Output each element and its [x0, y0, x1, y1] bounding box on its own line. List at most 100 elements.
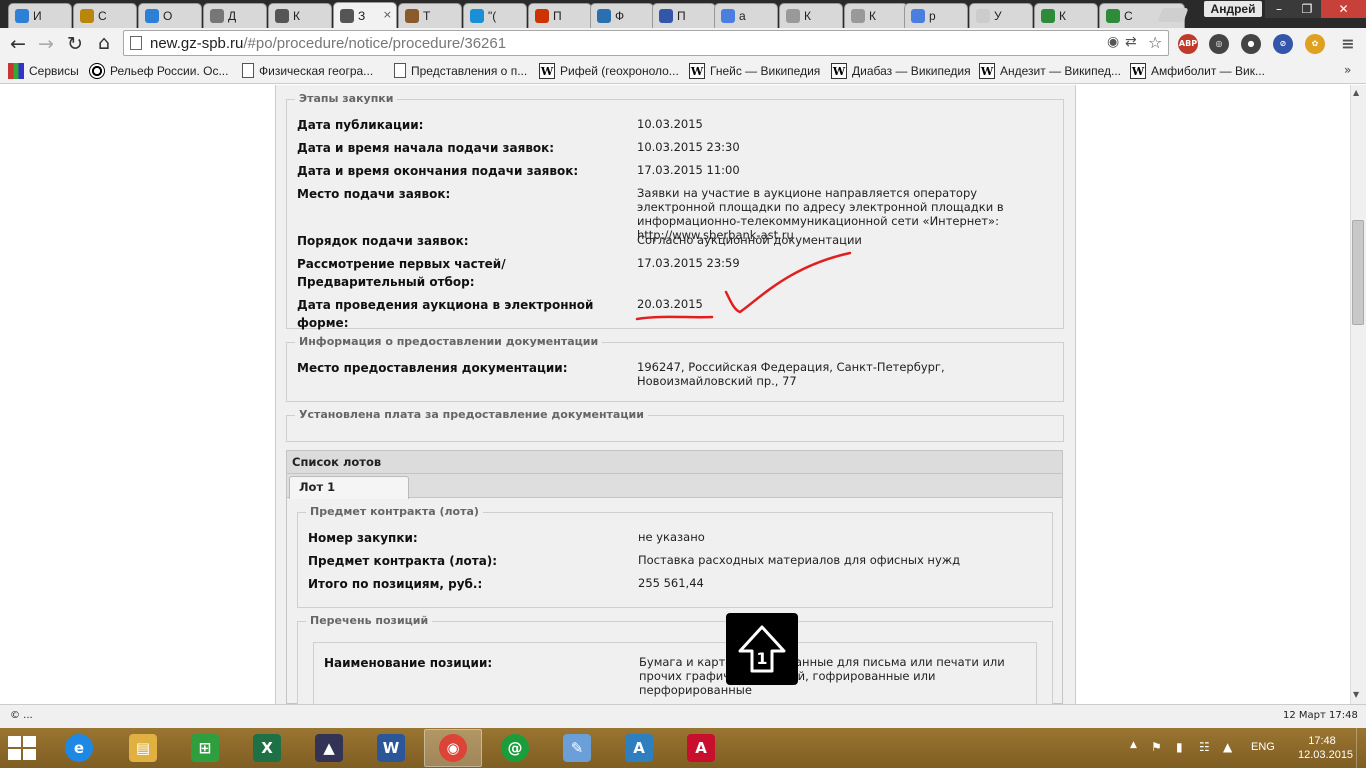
tab-14[interactable]: р [904, 3, 968, 28]
chrome-icon: ◉ [439, 734, 467, 762]
taskbar-explorer-button[interactable]: ▤ [114, 729, 172, 767]
forward-button[interactable]: → [34, 32, 58, 56]
bookmark-item[interactable]: Сервисы [8, 63, 79, 79]
scrollbar-thumb[interactable] [1352, 220, 1364, 325]
paw-icon[interactable]: ✿ [1305, 34, 1325, 54]
block-icon[interactable]: ⊘ [1273, 34, 1293, 54]
fee-section: Установлена плата за предоставление доку… [286, 408, 1064, 442]
vertical-scrollbar[interactable] [1350, 85, 1366, 704]
scroll-down-arrow-icon[interactable]: ▼ [1353, 690, 1359, 699]
bookmark-item[interactable]: Рельеф России. Ос... [89, 63, 228, 79]
tab-title: а [739, 9, 746, 23]
battery-icon[interactable]: ▮ [1176, 740, 1183, 754]
purchase-number-label: Номер закупки: [308, 531, 418, 545]
reload-button[interactable]: ↻ [63, 32, 87, 56]
bookmark-label: Гнейс — Википедия [710, 64, 821, 78]
tab-12[interactable]: К [779, 3, 843, 28]
tab-13[interactable]: К [844, 3, 908, 28]
gavel-icon [275, 9, 289, 23]
bookmark-label: Диабаз — Википедия [852, 64, 971, 78]
help-circle-icon [15, 9, 29, 23]
tab-title: Т [423, 9, 431, 23]
close-window-button[interactable]: ✕ [1321, 0, 1366, 18]
mail-agent-icon: @ [501, 734, 529, 762]
tab-title: С [1124, 9, 1133, 23]
scroll-to-top-button[interactable]: 1 [726, 613, 798, 685]
bookmark-item[interactable]: W Рифей (геохроноло... [539, 63, 679, 79]
bookmark-star-icon[interactable]: ☆ [1148, 33, 1162, 52]
scroll-up-arrow-icon[interactable]: ▲ [1353, 88, 1359, 97]
tab-8[interactable]: П [528, 3, 592, 28]
bid-start-label: Дата и время начала подачи заявок: [297, 141, 555, 155]
tab-1[interactable]: С [73, 3, 137, 28]
system-clock[interactable]: 17:48 12.03.2015 [1298, 734, 1353, 762]
taskbar-excel-button[interactable]: X [238, 729, 296, 767]
taskbar-graduate-button[interactable]: ▲ [300, 729, 358, 767]
tab-4[interactable]: К [268, 3, 332, 28]
tab-9[interactable]: Ф [590, 3, 654, 28]
bookmark-item[interactable]: W Гнейс — Википедия [689, 63, 820, 79]
profile-button[interactable]: Андрей [1204, 1, 1262, 17]
lightbulb-icon[interactable]: ◉ [1107, 34, 1119, 50]
tab-16[interactable]: К [1034, 3, 1098, 28]
tab-title: Д [228, 9, 237, 23]
taskbar-chrome-button[interactable]: ◉ [424, 729, 482, 767]
arrow-right-icon: → [38, 33, 54, 55]
bookmark-item[interactable]: W Андезит — Википед... [979, 63, 1121, 79]
address-bar[interactable]: new.gz-spb.ru/#po/procedure/notice/proce… [123, 30, 1169, 56]
wikipedia-icon: W [1130, 63, 1146, 79]
tab-title: С [98, 9, 107, 23]
tab-lot-1[interactable]: Лот 1 [289, 476, 409, 499]
home-button[interactable]: ⌂ [92, 31, 116, 55]
tab-2[interactable]: О [138, 3, 202, 28]
graduation-cap-icon: ▲ [315, 734, 343, 762]
positions-total-label: Итого по позициям, руб.: [308, 577, 483, 591]
new-tab-button[interactable] [1157, 8, 1189, 22]
bookmark-item[interactable]: Представления о п... [394, 63, 527, 78]
maximize-button[interactable]: ❐ [1293, 0, 1321, 18]
action-center-flag-icon[interactable]: ⚑ [1151, 740, 1162, 754]
bookmark-item[interactable]: W Диабаз — Википедия [831, 63, 971, 79]
url-text[interactable]: new.gz-spb.ru/#po/procedure/notice/proce… [150, 35, 506, 52]
taskbar-adobe-app-button[interactable]: A [610, 729, 668, 767]
tray-expand-icon[interactable]: ▲ [1130, 740, 1137, 750]
target-icon[interactable]: ◎ [1209, 34, 1229, 54]
tab-11[interactable]: а [714, 3, 778, 28]
abp-icon[interactable]: ABP [1178, 34, 1198, 54]
taskbar-acrobat-button[interactable]: A [672, 729, 730, 767]
tab-6[interactable]: Т [398, 3, 462, 28]
translate-icon[interactable]: ⇄ [1125, 34, 1137, 50]
tab-0[interactable]: И [8, 3, 72, 28]
bookmark-item[interactable]: Физическая геогра... [242, 63, 373, 78]
volume-icon[interactable]: ▲ [1223, 740, 1232, 754]
bookmark-label: Физическая геогра... [259, 63, 374, 78]
tab-title: О [163, 9, 173, 23]
network-icon[interactable]: ☷ [1199, 740, 1210, 754]
minimize-button[interactable]: – [1265, 0, 1293, 18]
taskbar-word-button[interactable]: W [362, 729, 420, 767]
show-desktop-button[interactable] [1356, 728, 1366, 768]
taskbar-ie-button[interactable]: e [50, 729, 108, 767]
bookmark-item[interactable]: W Амфиболит — Вик... [1130, 63, 1265, 79]
tab-15[interactable]: У [969, 3, 1033, 28]
tab-5[interactable]: З × [333, 2, 397, 28]
docs-info-legend: Информация о предоставлении документации [295, 335, 603, 348]
triangle-a-icon: A [625, 734, 653, 762]
menu-icon[interactable]: ≡ [1338, 34, 1358, 54]
tab-3[interactable]: Д [203, 3, 267, 28]
back-button[interactable]: ← [6, 32, 30, 56]
taskbar-mailru-button[interactable]: @ [486, 729, 544, 767]
chat-icon[interactable]: ● [1241, 34, 1261, 54]
status-datetime: 12 Март 17:48 [1283, 710, 1358, 721]
windows-logo-pane [8, 749, 21, 760]
file-explorer-icon: ▤ [129, 734, 157, 762]
tab-7[interactable]: "( [463, 3, 527, 28]
bookmarks-overflow-button[interactable]: » [1344, 63, 1351, 77]
language-indicator[interactable]: ENG [1251, 741, 1275, 753]
close-tab-icon[interactable]: × [383, 8, 392, 21]
start-button[interactable] [8, 736, 36, 760]
taskbar-store-button[interactable]: ⊞ [176, 729, 234, 767]
tab-title: К [293, 9, 300, 23]
taskbar-paint-button[interactable]: ✎ [548, 729, 606, 767]
tab-10[interactable]: П [652, 3, 716, 28]
